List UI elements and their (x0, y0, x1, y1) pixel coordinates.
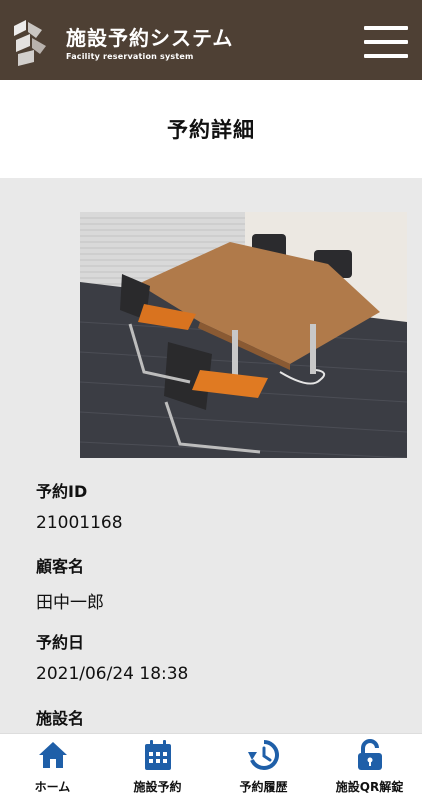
home-icon (38, 742, 67, 768)
tab-qr-unlock[interactable]: 施設QR解錠 (317, 734, 422, 801)
tab-facility-booking-label: 施設予約 (133, 780, 182, 794)
page-title: 予約詳細 (167, 118, 255, 142)
tab-facility-booking[interactable]: 施設予約 (105, 734, 210, 801)
reservation-date-label: 予約日 (36, 633, 85, 652)
tab-qr-unlock-label: 施設QR解錠 (335, 780, 404, 794)
unlock-icon (357, 739, 382, 770)
reservation-id-value: 21001168 (36, 513, 123, 533)
facility-photo (80, 212, 407, 458)
app-header: 施設予約システム Facility reservation system (0, 0, 422, 80)
bottom-tab-bar: ホーム 施設予約 予約履歴 施設QR解錠 (0, 733, 422, 801)
tab-home[interactable]: ホーム (0, 734, 105, 801)
reservation-id-label: 予約ID (36, 482, 88, 501)
history-icon (247, 740, 279, 770)
tab-home-label: ホーム (34, 780, 71, 794)
brand: 施設予約システム Facility reservation system (66, 26, 233, 62)
customer-name-label: 顧客名 (36, 557, 85, 576)
app-title: 施設予約システム (66, 26, 234, 50)
hamburger-menu-icon[interactable] (364, 22, 408, 62)
page-title-bar: 予約詳細 (0, 80, 422, 178)
tab-reservation-history-label: 予約履歴 (239, 780, 288, 794)
app-subtitle: Facility reservation system (66, 52, 194, 61)
customer-name-value: 田中一郎 (36, 593, 104, 613)
reservation-date-value: 2021/06/24 18:38 (36, 664, 189, 684)
logo-icon (14, 20, 46, 66)
tab-reservation-history[interactable]: 予約履歴 (211, 734, 316, 801)
facility-name-label: 施設名 (36, 709, 85, 728)
calendar-icon (144, 740, 171, 770)
